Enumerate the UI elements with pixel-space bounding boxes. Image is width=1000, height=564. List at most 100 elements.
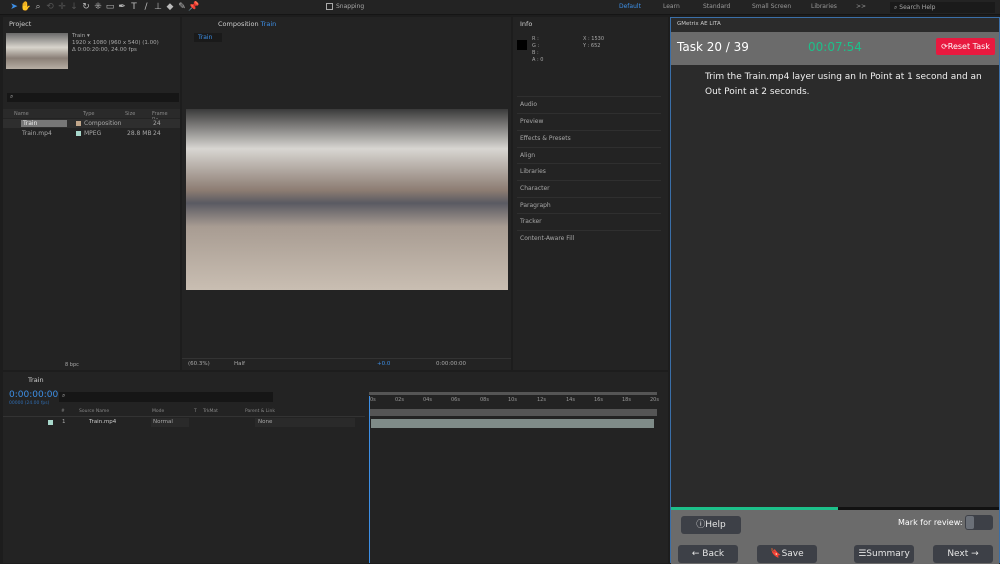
rotate-tool-icon[interactable]: ↻ xyxy=(80,0,92,15)
panel-libraries[interactable]: Libraries xyxy=(517,163,661,179)
rectangle-tool-icon[interactable]: ▭ xyxy=(104,0,116,15)
color-swatch xyxy=(517,40,527,50)
pan-tool-icon[interactable]: ✛ xyxy=(56,0,68,15)
dolly-tool-icon[interactable]: ↓ xyxy=(68,0,80,15)
back-button[interactable]: ← Back xyxy=(678,545,738,563)
search-icon: ⌕ xyxy=(10,93,14,100)
project-search-input[interactable]: ⌕ xyxy=(7,93,179,102)
timeline-current-time[interactable]: 0:00:00:00 xyxy=(9,390,58,400)
brush-tool-icon[interactable]: / xyxy=(140,0,152,15)
gmetrix-panel: GMetrix AE LITA Task 20 / 39 00:07:54 ⟳R… xyxy=(670,17,1000,564)
item-type: MPEG xyxy=(84,130,102,137)
stamp-tool-icon[interactable]: ⊥ xyxy=(152,0,164,15)
layer-name[interactable]: Train.mp4 xyxy=(89,419,116,425)
gmetrix-panel-title[interactable]: GMetrix AE LITA xyxy=(677,21,721,27)
refresh-icon: ⟳ xyxy=(941,42,948,51)
more-workspaces-button[interactable]: >> xyxy=(856,3,866,10)
next-button[interactable]: Next → xyxy=(933,545,993,563)
task-counter: Task 20 / 39 xyxy=(677,40,749,54)
item-fps: 24 xyxy=(153,130,161,137)
item-name: Train xyxy=(21,120,67,127)
panel-content-aware-fill[interactable]: Content-Aware Fill xyxy=(517,230,661,246)
workspace-libraries[interactable]: Libraries xyxy=(811,3,837,10)
panel-paragraph[interactable]: Paragraph xyxy=(517,197,661,213)
cursor-y: Y : 652 xyxy=(583,43,601,49)
panel-align[interactable]: Align xyxy=(517,147,661,163)
timeline-tab[interactable]: Train xyxy=(28,376,44,384)
item-size: 28.8 MB xyxy=(127,130,152,137)
roto-tool-icon[interactable]: ✎ xyxy=(176,0,188,15)
magnification-dropdown[interactable]: (60.3%) xyxy=(188,361,210,367)
composition-comp-name: Train xyxy=(260,20,277,28)
snapping-checkbox[interactable] xyxy=(326,3,333,10)
timeline-search-input[interactable]: ⌕ xyxy=(59,392,273,402)
workspace-small-screen[interactable]: Small Screen xyxy=(752,3,791,10)
info-title[interactable]: Info xyxy=(520,20,532,28)
panel-effects-presets[interactable]: Effects & Presets xyxy=(517,130,661,146)
search-help-input[interactable]: ⌕ Search Help xyxy=(890,2,995,13)
layer-parent-dropdown[interactable]: None xyxy=(255,418,355,427)
column-parent-link[interactable]: Parent & Link xyxy=(245,409,275,414)
snapping-label: Snapping xyxy=(336,3,365,10)
column-name[interactable]: Name xyxy=(14,111,29,117)
selection-tool-icon[interactable]: ➤ xyxy=(8,0,20,15)
column-source-name[interactable]: Source Name xyxy=(79,409,109,414)
project-thumbnail xyxy=(6,33,68,69)
help-icon: ⓘ xyxy=(696,520,706,530)
layer-row[interactable]: 1 Train.mp4 Normal None xyxy=(3,418,365,428)
zoom-tool-icon[interactable]: ⌕ xyxy=(32,0,44,15)
item-name: Train.mp4 xyxy=(22,130,52,137)
composition-title[interactable]: Composition xyxy=(218,20,259,28)
comp-name[interactable]: Train ▾ xyxy=(72,33,159,40)
item-type: Composition xyxy=(84,120,122,127)
composition-panel: Composition Train Train (60.3%) Half +0.… xyxy=(182,17,511,370)
playhead[interactable] xyxy=(369,396,370,563)
project-panel: Project Train ▾ 1920 x 1080 (960 x 540) … xyxy=(3,17,180,370)
reset-task-button[interactable]: ⟳Reset Task xyxy=(936,38,995,55)
cursor-x: X : 1530 xyxy=(583,36,605,42)
column-mode[interactable]: Mode xyxy=(152,409,164,414)
anchor-tool-icon[interactable]: ⁜ xyxy=(92,0,104,15)
hand-tool-icon[interactable]: ✋ xyxy=(20,0,32,15)
mark-review-label: Mark for review: xyxy=(898,518,963,527)
snapping-toggle[interactable]: Snapping xyxy=(326,3,364,10)
toolbar: ➤ ✋ ⌕ ⟲ ✛ ↓ ↻ ⁜ ▭ ✒ T / ⊥ ◆ ✎ 📌 Snapping Default Learn … xyxy=(0,0,1000,15)
current-time-display[interactable]: 0:00:00:00 xyxy=(436,361,466,367)
task-timer: 00:07:54 xyxy=(808,40,862,54)
comp-breadcrumb-tab[interactable]: Train xyxy=(194,33,222,42)
project-item-train[interactable]: Train Composition 24 xyxy=(3,119,180,128)
project-item-train-mp4[interactable]: Train.mp4 MPEG 28.8 MB 24 xyxy=(3,129,180,138)
exposure-value[interactable]: +0.0 xyxy=(377,361,390,367)
mark-review-toggle[interactable] xyxy=(965,515,993,530)
panel-preview[interactable]: Preview xyxy=(517,113,661,129)
timeline-frames: 00000 (24.00 fps) xyxy=(9,401,50,406)
search-icon: ⌕ xyxy=(62,392,66,399)
panel-character[interactable]: Character xyxy=(517,180,661,196)
workspace-standard[interactable]: Standard xyxy=(703,3,730,10)
save-button[interactable]: 🔖Save xyxy=(757,545,817,563)
layer-duration-bar[interactable] xyxy=(371,419,654,428)
item-fps: 24 xyxy=(153,120,161,127)
layer-mode-dropdown[interactable]: Normal xyxy=(151,418,189,427)
help-button[interactable]: ⓘHelp xyxy=(681,516,741,534)
column-type[interactable]: Type xyxy=(83,111,94,117)
composition-viewer-frame[interactable] xyxy=(186,109,508,290)
work-area-range[interactable] xyxy=(369,409,657,416)
bpc-button[interactable]: 8 bpc xyxy=(65,362,79,368)
pen-tool-icon[interactable]: ✒ xyxy=(116,0,128,15)
workspace-default[interactable]: Default xyxy=(619,3,641,10)
bookmark-icon: 🔖 xyxy=(770,549,782,559)
orbit-tool-icon[interactable]: ⟲ xyxy=(44,0,56,15)
tools: ➤ ✋ ⌕ ⟲ ✛ ↓ ↻ ⁜ ▭ ✒ T / ⊥ ◆ ✎ 📌 xyxy=(8,0,200,15)
project-panel-title[interactable]: Project xyxy=(9,20,31,28)
column-size[interactable]: Size xyxy=(125,111,135,117)
workspace-learn[interactable]: Learn xyxy=(663,3,680,10)
resolution-dropdown[interactable]: Half xyxy=(234,361,278,367)
summary-button[interactable]: ☰Summary xyxy=(854,545,914,563)
eraser-tool-icon[interactable]: ◆ xyxy=(164,0,176,15)
work-area-bar[interactable] xyxy=(369,392,657,395)
type-tool-icon[interactable]: T xyxy=(128,0,140,15)
puppet-tool-icon[interactable]: 📌 xyxy=(188,0,200,15)
panel-audio[interactable]: Audio xyxy=(517,96,661,112)
panel-tracker[interactable]: Tracker xyxy=(517,213,661,229)
